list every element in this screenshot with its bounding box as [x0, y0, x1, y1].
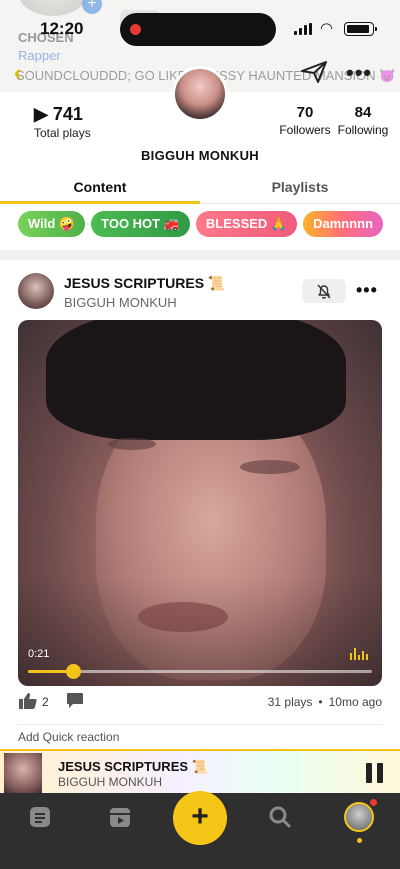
share-send-icon[interactable]	[300, 60, 328, 84]
status-time: 12:20	[40, 19, 84, 38]
battery-icon	[344, 22, 377, 36]
mini-player-title: JESUS SCRIPTURES 📜	[58, 759, 208, 774]
notification-dot	[370, 799, 377, 806]
reaction-chip-blessed[interactable]: BLESSED 🙏	[195, 211, 298, 237]
search-icon[interactable]	[268, 805, 292, 829]
post-plays: 31 plays	[267, 695, 313, 709]
active-tab-indicator	[0, 201, 200, 204]
reaction-chip-row: Wild 🤪 TOO HOT 🚒 BLESSED 🙏 Damnnnn	[18, 211, 400, 239]
following-value: 84	[354, 104, 372, 121]
pause-icon[interactable]	[366, 763, 384, 783]
post-title[interactable]: JESUS SCRIPTURES 📜	[64, 275, 225, 292]
post-more-options-icon[interactable]: •••	[356, 280, 378, 301]
post-meta: 31 plays • 10mo ago	[268, 695, 382, 709]
video-player[interactable]: 0:21	[18, 320, 382, 686]
total-plays-value: 741	[52, 104, 83, 124]
play-triangle-icon: ▶	[34, 104, 53, 124]
feed-list-icon[interactable]	[28, 805, 52, 829]
like-count: 2	[42, 695, 49, 709]
quick-reaction-divider	[18, 724, 382, 725]
tab-playlists[interactable]: Playlists	[200, 179, 400, 195]
post-age: 10mo ago	[328, 695, 382, 709]
following-stat[interactable]: 84 Following	[336, 104, 390, 137]
tab-content[interactable]: Content	[0, 179, 200, 195]
mini-player-artist: BIGGUH MONKUH	[58, 775, 163, 789]
add-quick-reaction[interactable]: Add Quick reaction	[18, 730, 119, 744]
dynamic-island	[120, 13, 276, 46]
create-post-button[interactable]: +	[173, 791, 227, 845]
video-bottom-gradient	[18, 320, 382, 686]
profile-avatar-tab[interactable]	[344, 802, 374, 832]
bell-icon	[317, 284, 331, 299]
profile-tabs: Content Playlists	[0, 174, 400, 204]
section-divider	[0, 250, 400, 260]
artist-name: BIGGUH MONKUH	[140, 148, 259, 163]
videos-clapper-icon[interactable]	[108, 805, 132, 829]
notify-button[interactable]	[302, 279, 346, 303]
meta-separator: •	[318, 695, 323, 709]
followers-value: 70	[296, 104, 314, 121]
active-tab-dot	[357, 838, 362, 843]
reaction-chip-too-hot[interactable]: TOO HOT 🚒	[91, 211, 190, 237]
total-plays-stat: ▶ 741 Total plays	[34, 104, 91, 140]
status-icons: ◠	[294, 21, 388, 37]
reaction-chip-wild[interactable]: Wild 🤪	[18, 211, 86, 237]
followers-stat[interactable]: 70 Followers	[276, 104, 334, 137]
cellular-signal-icon	[294, 23, 314, 35]
total-plays-label: Total plays	[34, 126, 91, 140]
reaction-chip-damnnnn[interactable]: Damnnnn	[303, 211, 384, 237]
more-options-icon[interactable]: •••	[346, 60, 372, 86]
profile-avatar[interactable]	[172, 66, 228, 122]
recording-indicator-icon	[130, 24, 141, 35]
seek-bar-handle[interactable]	[65, 664, 81, 679]
audio-equalizer-icon	[350, 648, 370, 660]
mini-player-thumbnail	[4, 753, 42, 793]
post-actions: 2 31 plays • 10mo ago	[18, 692, 382, 714]
post-artist[interactable]: BIGGUH MONKUH	[64, 295, 177, 310]
video-elapsed-time: 0:21	[28, 648, 50, 660]
mini-player[interactable]: JESUS SCRIPTURES 📜 BIGGUH MONKUH	[0, 749, 400, 793]
video-seek-bar[interactable]	[28, 664, 372, 679]
followers-label: Followers	[279, 123, 331, 137]
thumbs-up-icon[interactable]	[18, 692, 38, 710]
back-chevron-icon[interactable]: ‹	[14, 60, 21, 86]
following-label: Following	[337, 123, 389, 137]
bottom-navigation: +	[0, 791, 400, 869]
wifi-icon: ◠	[320, 20, 334, 37]
post-author-avatar[interactable]	[18, 273, 54, 309]
comment-icon[interactable]	[66, 692, 84, 709]
